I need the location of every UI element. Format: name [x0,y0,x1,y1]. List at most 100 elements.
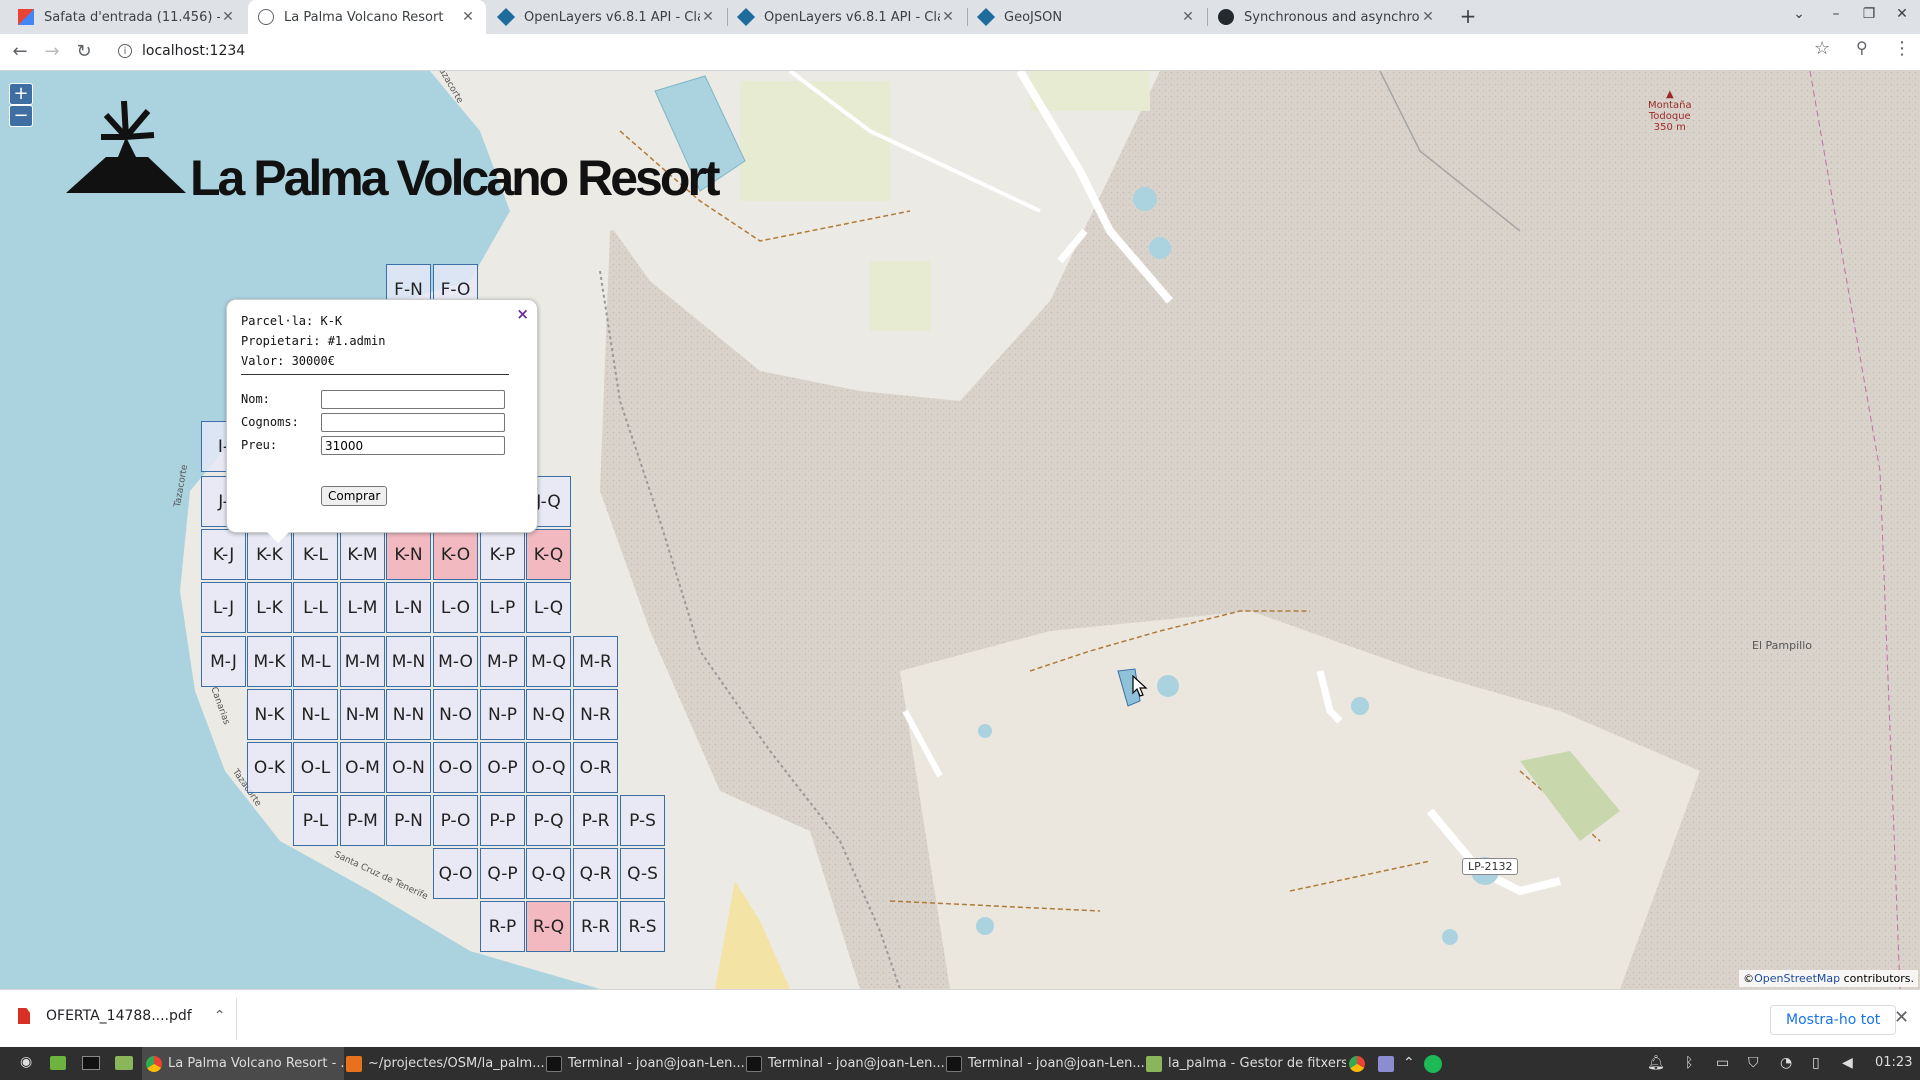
bluetooth-icon[interactable]: ᛒ [1685,1055,1693,1071]
parcel-cell[interactable]: R-R [573,901,618,952]
taskbar-item-chrome[interactable]: La Palma Volcano Resort - ... [142,1047,344,1080]
parcel-cell[interactable]: O-M [340,742,385,793]
cognoms-input[interactable] [321,413,505,432]
parcel-cell[interactable]: P-N [386,795,431,846]
parcel-cell[interactable]: L-K [247,582,292,633]
parcel-cell[interactable]: K-P [480,529,525,580]
parcel-cell[interactable]: L-O [433,582,478,633]
download-item[interactable]: OFERTA_14788....pdf ⌃ [18,1008,225,1024]
clock[interactable]: 01:23 [1875,1055,1912,1070]
parcel-cell[interactable]: P-M [340,795,385,846]
preu-input[interactable] [321,436,505,455]
parcel-cell[interactable]: N-P [480,689,525,740]
extension-icon[interactable]: ⚲ [1856,38,1868,57]
chrome-tray-icon[interactable] [1349,1056,1365,1072]
nom-input[interactable] [321,390,505,409]
parcel-cell[interactable]: O-K [247,742,292,793]
parcel-cell[interactable]: K-J [201,529,246,580]
close-window-icon[interactable]: ✕ [1890,6,1914,22]
parcel-cell[interactable]: N-R [573,689,618,740]
parcel-cell[interactable]: M-L [293,636,338,687]
parcel-cell[interactable]: K-L [293,529,338,580]
taskbar-item-terminal-2[interactable]: Terminal - joan@joan-Len... [742,1047,944,1080]
parcel-cell[interactable]: N-Q [526,689,571,740]
parcel-cell[interactable]: P-L [293,795,338,846]
parcel-cell-sold[interactable]: K-Q [526,529,571,580]
chevron-up-icon[interactable]: ⌃ [214,1008,226,1024]
parcel-cell[interactable]: O-P [480,742,525,793]
battery-icon[interactable]: ▯ [1812,1055,1820,1071]
back-icon[interactable]: ← [8,40,32,64]
parcel-cell[interactable]: P-P [480,795,525,846]
osm-link[interactable]: OpenStreetMap [1754,972,1840,985]
parcel-cell[interactable]: Q-Q [526,848,571,899]
tab-github[interactable]: Synchronous and asynchronou ✕ [1208,0,1446,34]
parcel-cell[interactable]: L-M [340,582,385,633]
parcel-cell[interactable]: N-N [386,689,431,740]
taskbar-item-terminal-1[interactable]: Terminal - joan@joan-Len... [542,1047,744,1080]
parcel-cell[interactable]: Q-O [433,848,478,899]
show-all-button[interactable]: Mostra-ho tot [1770,1005,1897,1035]
volume-icon[interactable]: ◀︎ [1842,1055,1853,1071]
clipboard-icon[interactable]: ▭ [1716,1055,1729,1071]
parcel-cell[interactable]: K-M [340,529,385,580]
minimize-icon[interactable]: – [1824,6,1848,22]
close-tab-icon[interactable]: ✕ [1420,9,1436,25]
parcel-cell[interactable]: N-K [247,689,292,740]
new-tab-button[interactable]: + [1455,4,1481,30]
parcel-cell[interactable]: Q-P [480,848,525,899]
close-tab-icon[interactable]: ✕ [700,9,716,25]
menu-icon[interactable]: ⋮ [1893,38,1911,59]
parcel-cell[interactable]: L-Q [526,582,571,633]
parcel-cell[interactable]: O-Q [526,742,571,793]
parcel-cell[interactable]: L-P [480,582,525,633]
parcel-cell[interactable]: O-R [573,742,618,793]
show-desktop-icon[interactable] [50,1056,66,1070]
tab-openlayers-2[interactable]: OpenLayers v6.8.1 API - Class ✕ [728,0,966,34]
notes-tray-icon[interactable] [1378,1056,1394,1072]
tab-openlayers-1[interactable]: OpenLayers v6.8.1 API - Class ✕ [488,0,726,34]
parcel-cell[interactable]: M-R [573,636,618,687]
popup-close-icon[interactable]: × [516,305,529,323]
address-bar[interactable]: i localhost:1234 [108,38,1828,66]
parcel-cell[interactable]: O-N [386,742,431,793]
close-download-bar-icon[interactable]: ✕ [1894,1007,1909,1028]
parcel-cell[interactable]: L-J [201,582,246,633]
comprar-button[interactable]: Comprar [321,486,388,506]
chevron-up-tray-icon[interactable]: ⌃ [1403,1055,1415,1071]
parcel-cell-sold[interactable]: K-N [386,529,431,580]
parcel-cell[interactable]: Q-S [620,848,665,899]
close-tab-icon[interactable]: ✕ [940,9,956,25]
tab-gmail[interactable]: Safata d'entrada (11.456) - joa ✕ [8,0,246,34]
parcel-cell-sold[interactable]: K-O [433,529,478,580]
parcel-cell[interactable]: Q-R [573,848,618,899]
parcel-cell[interactable]: O-O [433,742,478,793]
tab-search-icon[interactable]: ⌄ [1787,6,1811,22]
taskbar-item-editor[interactable]: ~/projectes/OSM/la_palm... [342,1047,544,1080]
spotify-icon[interactable] [1424,1055,1442,1073]
terminal-launcher-icon[interactable] [82,1056,100,1070]
parcel-cell[interactable]: M-N [386,636,431,687]
menu-launcher-icon[interactable]: ◉ [20,1054,32,1070]
parcel-cell[interactable]: P-S [620,795,665,846]
wifi-icon[interactable]: ◔ [1780,1055,1792,1071]
parcel-cell[interactable]: L-N [386,582,431,633]
parcel-cell[interactable]: M-O [433,636,478,687]
map-viewport[interactable]: + − La Palma Volcano Resort ▲ Montaña To… [0,71,1920,989]
tab-geojson[interactable]: GeoJSON ✕ [968,0,1206,34]
parcel-cell[interactable]: M-J [201,636,246,687]
notification-bell-icon[interactable]: 🔔︎ [1647,1055,1665,1071]
bookmark-star-icon[interactable]: ☆ [1814,38,1830,59]
parcel-cell[interactable]: N-M [340,689,385,740]
tab-la-palma[interactable]: La Palma Volcano Resort ✕ [248,0,486,34]
parcel-cell[interactable]: M-P [480,636,525,687]
close-tab-icon[interactable]: ✕ [1180,9,1196,25]
parcel-cell[interactable]: R-P [480,901,525,952]
restore-icon[interactable]: ❐ [1857,6,1881,22]
parcel-cell[interactable]: N-L [293,689,338,740]
parcel-cell[interactable]: P-Q [526,795,571,846]
close-tab-icon[interactable]: ✕ [460,9,476,25]
info-icon[interactable]: i [118,44,132,58]
forward-icon[interactable]: → [40,40,64,64]
shield-icon[interactable]: ⛉ [1748,1055,1759,1071]
